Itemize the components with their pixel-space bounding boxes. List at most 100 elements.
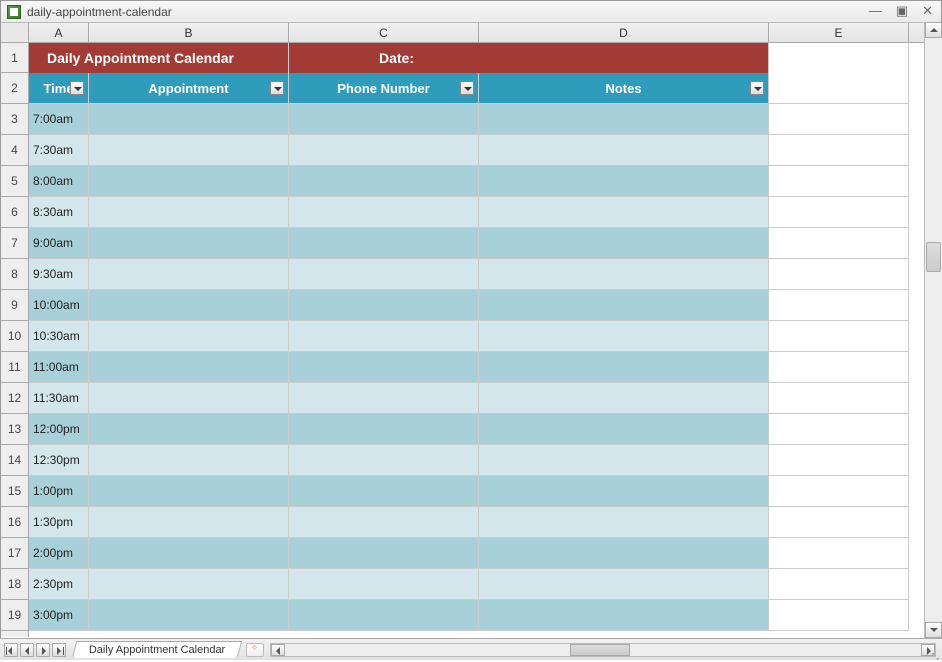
cell-empty[interactable] xyxy=(769,197,909,228)
data-cell[interactable] xyxy=(479,445,769,476)
banner-title[interactable]: Daily Appointment Calendar xyxy=(29,43,289,73)
data-cell[interactable] xyxy=(479,383,769,414)
row-header-1[interactable]: 1 xyxy=(1,43,28,73)
data-cell[interactable] xyxy=(479,507,769,538)
time-cell[interactable]: 2:30pm xyxy=(29,569,89,600)
time-cell[interactable]: 1:00pm xyxy=(29,476,89,507)
new-sheet-button[interactable] xyxy=(246,643,264,657)
time-cell[interactable]: 3:00pm xyxy=(29,600,89,631)
data-cell[interactable] xyxy=(289,321,479,352)
data-cell[interactable] xyxy=(89,166,289,197)
scroll-thumb-vertical[interactable] xyxy=(926,242,941,272)
data-cell[interactable] xyxy=(479,290,769,321)
row-header-15[interactable]: 15 xyxy=(1,476,28,507)
time-cell[interactable]: 12:00pm xyxy=(29,414,89,445)
data-cell[interactable] xyxy=(89,290,289,321)
row-header-9[interactable]: 9 xyxy=(1,290,28,321)
filter-dropdown-button[interactable] xyxy=(70,81,84,95)
time-cell[interactable]: 7:30am xyxy=(29,135,89,166)
row-header-17[interactable]: 17 xyxy=(1,538,28,569)
row-header-3[interactable]: 3 xyxy=(1,104,28,135)
data-cell[interactable] xyxy=(89,538,289,569)
data-cell[interactable] xyxy=(89,228,289,259)
time-cell[interactable]: 8:00am xyxy=(29,166,89,197)
data-cell[interactable] xyxy=(89,259,289,290)
cell-empty[interactable] xyxy=(769,538,909,569)
data-cell[interactable] xyxy=(479,166,769,197)
data-cell[interactable] xyxy=(289,507,479,538)
row-header-8[interactable]: 8 xyxy=(1,259,28,290)
data-cell[interactable] xyxy=(479,414,769,445)
data-cell[interactable] xyxy=(479,569,769,600)
row-header-6[interactable]: 6 xyxy=(1,197,28,228)
data-cell[interactable] xyxy=(289,104,479,135)
cell-empty[interactable] xyxy=(769,476,909,507)
time-cell[interactable]: 7:00am xyxy=(29,104,89,135)
cell-empty[interactable] xyxy=(769,507,909,538)
row-header-7[interactable]: 7 xyxy=(1,228,28,259)
data-cell[interactable] xyxy=(289,538,479,569)
data-cell[interactable] xyxy=(289,414,479,445)
data-cell[interactable] xyxy=(89,476,289,507)
data-cell[interactable] xyxy=(89,600,289,631)
data-cell[interactable] xyxy=(289,228,479,259)
cell-empty[interactable] xyxy=(769,228,909,259)
tab-nav-first-button[interactable] xyxy=(4,643,18,657)
row-header-16[interactable]: 16 xyxy=(1,507,28,538)
column-header-a[interactable]: A xyxy=(29,23,89,42)
cell-empty[interactable] xyxy=(769,73,909,104)
column-header-b[interactable]: B xyxy=(89,23,289,42)
tab-nav-prev-button[interactable] xyxy=(20,643,34,657)
data-cell[interactable] xyxy=(289,166,479,197)
data-cell[interactable] xyxy=(289,600,479,631)
data-cell[interactable] xyxy=(89,507,289,538)
data-cell[interactable] xyxy=(289,352,479,383)
column-header-e[interactable]: E xyxy=(769,23,909,42)
time-cell[interactable]: 2:00pm xyxy=(29,538,89,569)
cell-empty[interactable] xyxy=(769,352,909,383)
data-cell[interactable] xyxy=(89,569,289,600)
time-cell[interactable]: 8:30am xyxy=(29,197,89,228)
row-header-10[interactable]: 10 xyxy=(1,321,28,352)
row-header-18[interactable]: 18 xyxy=(1,569,28,600)
cell-empty[interactable] xyxy=(769,43,909,73)
scroll-up-button[interactable] xyxy=(925,22,942,38)
row-header-14[interactable]: 14 xyxy=(1,445,28,476)
restore-button[interactable]: ▣ xyxy=(896,4,908,18)
header-cell-appointment[interactable]: Appointment xyxy=(89,73,289,104)
data-cell[interactable] xyxy=(289,135,479,166)
data-cell[interactable] xyxy=(479,135,769,166)
close-button[interactable]: ✕ xyxy=(922,4,933,18)
tab-nav-last-button[interactable] xyxy=(52,643,66,657)
filter-dropdown-button[interactable] xyxy=(270,81,284,95)
minimize-button[interactable]: — xyxy=(869,4,882,18)
tab-nav-next-button[interactable] xyxy=(36,643,50,657)
data-cell[interactable] xyxy=(89,445,289,476)
cell-empty[interactable] xyxy=(769,104,909,135)
data-cell[interactable] xyxy=(479,228,769,259)
sheet-tab-active[interactable]: Daily Appointment Calendar xyxy=(72,641,243,658)
data-cell[interactable] xyxy=(479,600,769,631)
resize-grip-icon[interactable] xyxy=(924,642,940,658)
cell-empty[interactable] xyxy=(769,383,909,414)
data-cell[interactable] xyxy=(89,414,289,445)
time-cell[interactable]: 11:30am xyxy=(29,383,89,414)
header-cell-phone[interactable]: Phone Number xyxy=(289,73,479,104)
data-cell[interactable] xyxy=(89,197,289,228)
scroll-left-button[interactable] xyxy=(271,644,285,656)
data-cell[interactable] xyxy=(289,445,479,476)
time-cell[interactable]: 1:30pm xyxy=(29,507,89,538)
filter-dropdown-button[interactable] xyxy=(460,81,474,95)
filter-dropdown-button[interactable] xyxy=(750,81,764,95)
row-header-13[interactable]: 13 xyxy=(1,414,28,445)
data-cell[interactable] xyxy=(289,259,479,290)
time-cell[interactable]: 10:00am xyxy=(29,290,89,321)
cell-empty[interactable] xyxy=(769,135,909,166)
cell-empty[interactable] xyxy=(769,569,909,600)
column-header-c[interactable]: C xyxy=(289,23,479,42)
cell-empty[interactable] xyxy=(769,259,909,290)
data-cell[interactable] xyxy=(479,352,769,383)
header-cell-notes[interactable]: Notes xyxy=(479,73,769,104)
scroll-thumb-horizontal[interactable] xyxy=(570,644,630,656)
data-cell[interactable] xyxy=(479,476,769,507)
